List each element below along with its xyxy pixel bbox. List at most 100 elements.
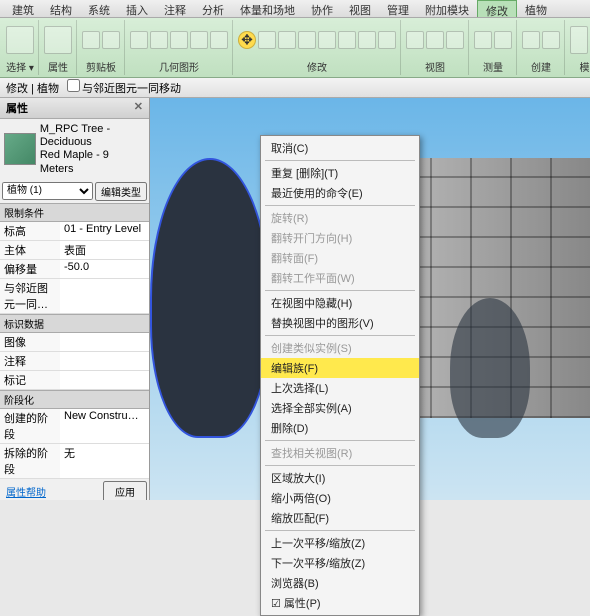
prop-value[interactable]: 表面	[60, 241, 149, 259]
ribbon-group-label: 属性	[48, 59, 68, 75]
menu-结构[interactable]: 结构	[42, 0, 80, 17]
apply-button[interactable]: 应用	[103, 481, 147, 500]
ctx-item[interactable]: 删除(D)	[261, 418, 419, 438]
ribbon-group-label: 模式	[580, 59, 590, 75]
ctx-item: 翻转工作平面(W)	[261, 268, 419, 288]
ribbon-icon[interactable]	[102, 31, 120, 49]
ribbon-icon[interactable]	[446, 31, 464, 49]
ribbon-icon[interactable]	[358, 31, 376, 49]
menu-系统[interactable]: 系统	[80, 0, 118, 17]
ctx-item[interactable]: 最近使用的命令(E)	[261, 183, 419, 203]
type-thumb[interactable]: M_RPC Tree -DeciduousRed Maple - 9 Meter…	[0, 119, 149, 180]
prop-value[interactable]: -50.0	[60, 260, 149, 278]
menu-建筑[interactable]: 建筑	[4, 0, 42, 17]
ribbon-icon[interactable]	[150, 31, 168, 49]
ribbon-icon[interactable]	[318, 31, 336, 49]
menu-插入[interactable]: 插入	[118, 0, 156, 17]
prop-value[interactable]: New Constru…	[60, 409, 149, 443]
menu-体量和场地[interactable]: 体量和场地	[232, 0, 303, 17]
menu-植物[interactable]: 植物	[517, 0, 555, 17]
ribbon-icon[interactable]	[542, 31, 560, 49]
ctx-item[interactable]: 上一次平移/缩放(Z)	[261, 533, 419, 553]
opt-label: 修改 | 植物	[6, 80, 59, 96]
ctx-item[interactable]: ☑ 属性(P)	[261, 593, 419, 613]
ctx-item: 查找相关视图(R)	[261, 443, 419, 463]
ribbon-group-label: 测量	[483, 59, 503, 75]
prop-value[interactable]	[60, 279, 149, 313]
sec-id: 标识数据	[0, 314, 149, 333]
prop-key: 与邻近图元一同…	[0, 279, 60, 313]
prop-key: 注释	[0, 352, 60, 370]
ribbon-group-label: 几何图形	[159, 59, 199, 75]
tree-icon	[4, 133, 36, 165]
ctx-item[interactable]: 下一次平移/缩放(Z)	[261, 553, 419, 573]
ctx-item[interactable]: 编辑族(F)	[261, 358, 419, 378]
opt-check[interactable]: 与邻近图元一同移动	[67, 79, 181, 96]
edit-type-button[interactable]: 编辑类型	[95, 182, 147, 201]
prop-key: 标高	[0, 222, 60, 240]
ribbon-icon[interactable]	[258, 31, 276, 49]
ribbon-group-label: 选择 ▾	[6, 59, 34, 75]
menu-视图[interactable]: 视图	[341, 0, 379, 17]
ribbon-icon[interactable]	[338, 31, 356, 49]
tree	[450, 298, 530, 438]
ribbon-icon[interactable]	[474, 31, 492, 49]
ribbon-group-label: 剪贴板	[86, 59, 116, 75]
ribbon-icon[interactable]	[82, 31, 100, 49]
close-icon[interactable]: ✕	[134, 100, 143, 116]
ribbon-icon[interactable]	[278, 31, 296, 49]
ribbon-icon[interactable]	[190, 31, 208, 49]
ribbon-icon[interactable]	[170, 31, 188, 49]
ctx-item[interactable]: 在视图中隐藏(H)	[261, 293, 419, 313]
ctx-item[interactable]: 取消(C)	[261, 138, 419, 158]
menu-修改[interactable]: 修改	[477, 0, 517, 17]
prop-key: 创建的阶段	[0, 409, 60, 443]
ribbon-icon[interactable]	[298, 31, 316, 49]
type-select[interactable]: 植物 (1)	[2, 182, 93, 200]
ribbon-icon[interactable]	[406, 31, 424, 49]
prop-value[interactable]: 无	[60, 444, 149, 478]
prop-key: 主体	[0, 241, 60, 259]
menu-附加模块[interactable]: 附加模块	[417, 0, 477, 17]
prop-value[interactable]	[60, 333, 149, 351]
prop-key: 拆除的阶段	[0, 444, 60, 478]
ctx-item: 翻转开门方向(H)	[261, 228, 419, 248]
prop-title: 属性	[6, 100, 28, 116]
ribbon-group-label: 视图	[425, 59, 445, 75]
prop-key: 图像	[0, 333, 60, 351]
prop-key: 偏移量	[0, 260, 60, 278]
ribbon-icon[interactable]	[130, 31, 148, 49]
ctx-item: 翻转面(F)	[261, 248, 419, 268]
ribbon-icon[interactable]	[494, 31, 512, 49]
menu-协作[interactable]: 协作	[303, 0, 341, 17]
ribbon-icon[interactable]	[6, 26, 34, 54]
ctx-item[interactable]: 重复 [删除](T)	[261, 163, 419, 183]
prop-value[interactable]: 01 - Entry Level	[60, 222, 149, 240]
ribbon-icon[interactable]	[238, 31, 256, 49]
sec-phase: 阶段化	[0, 390, 149, 409]
ctx-item[interactable]: 缩放匹配(F)	[261, 508, 419, 528]
menu-分析[interactable]: 分析	[194, 0, 232, 17]
help-link[interactable]: 属性帮助	[2, 482, 50, 500]
ctx-item[interactable]: 上次选择(L)	[261, 378, 419, 398]
prop-value[interactable]	[60, 371, 149, 389]
ctx-item[interactable]: 区域放大(I)	[261, 468, 419, 488]
ctx-item[interactable]: 选择全部实例(A)	[261, 398, 419, 418]
menu-管理[interactable]: 管理	[379, 0, 417, 17]
ribbon-icon[interactable]	[426, 31, 444, 49]
ribbon-icon[interactable]	[570, 26, 588, 54]
ctx-item: 创建类似实例(S)	[261, 338, 419, 358]
ribbon-icon[interactable]	[522, 31, 540, 49]
sec-constraints: 限制条件	[0, 203, 149, 222]
menu-注释[interactable]: 注释	[156, 0, 194, 17]
ctx-item[interactable]: 缩小两倍(O)	[261, 488, 419, 508]
ribbon-icon[interactable]	[210, 31, 228, 49]
ribbon-icon[interactable]	[44, 26, 72, 54]
ctx-item: 旋转(R)	[261, 208, 419, 228]
ctx-item[interactable]: 浏览器(B)	[261, 573, 419, 593]
selected-tree[interactable]	[150, 158, 270, 438]
ribbon-icon[interactable]	[378, 31, 396, 49]
ctx-item[interactable]: 替换视图中的图形(V)	[261, 313, 419, 333]
ribbon-group-label: 创建	[531, 59, 551, 75]
prop-value[interactable]	[60, 352, 149, 370]
